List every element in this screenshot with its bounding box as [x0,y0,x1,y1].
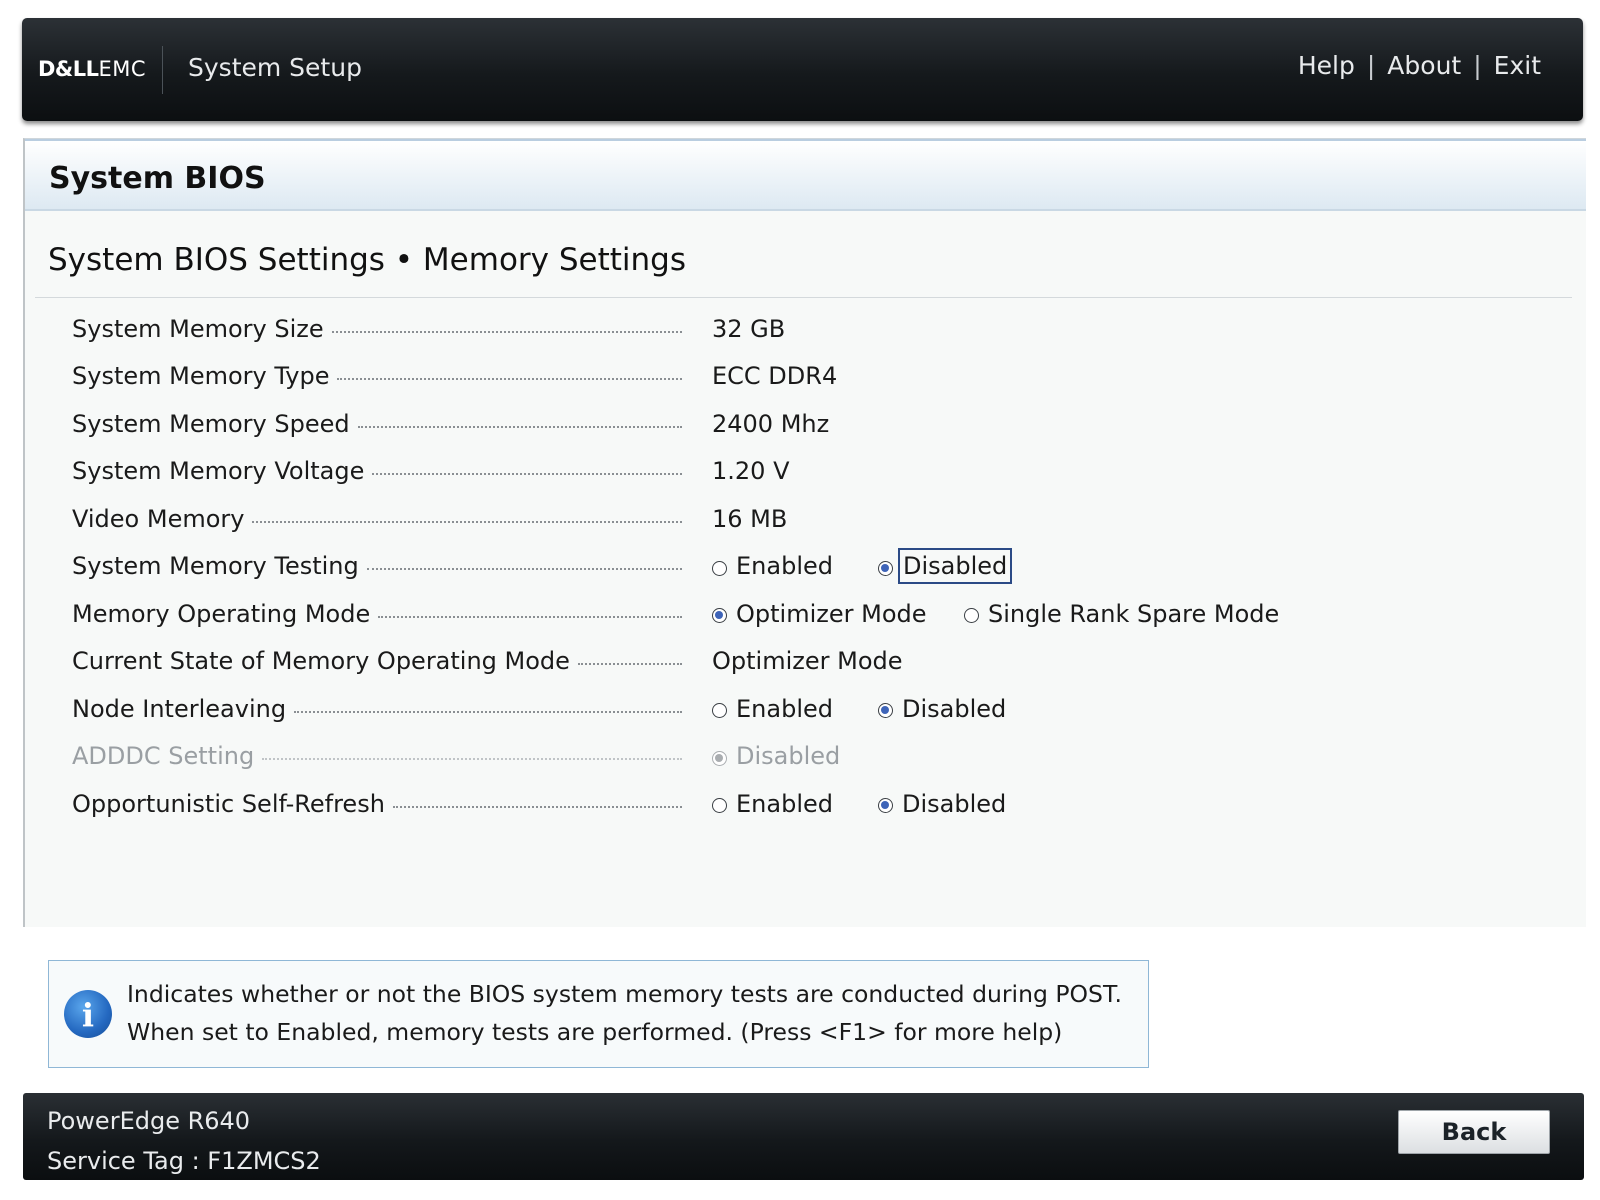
setting-value: 32 GB [712,314,786,343]
setting-row-memory-size: System Memory Size 32 GB [72,305,1572,353]
radio-button-icon[interactable] [964,608,979,624]
setting-row-memory-speed: System Memory Speed 2400 Mhz [72,400,1572,448]
system-info: PowerEdge R640 Service Tag : F1ZMCS2 [47,1101,321,1181]
radio-button-icon[interactable] [712,560,727,576]
link-separator: | [1366,51,1376,80]
radio-button-selected-icon[interactable] [712,608,727,624]
setting-row-current-memory-mode: Current State of Memory Operating Mode O… [72,638,1572,686]
header-divider [162,46,163,94]
info-icon: i [64,990,112,1038]
link-separator: | [1473,51,1482,80]
setting-value: 2400 Mhz [712,409,830,438]
setting-label: Node Interleaving [72,694,287,723]
setting-label: System Memory Voltage [72,457,365,486]
header-links: Help | About | Exit [1298,51,1541,80]
setting-value: 1.20 V [712,457,790,486]
setting-label: System Memory Testing [72,552,359,581]
radio-button-selected-icon[interactable] [878,560,893,576]
radio-node-interleaving-enabled[interactable]: Enabled [712,695,878,723]
radio-button-selected-icon[interactable] [878,703,893,719]
setting-row-memory-testing: System Memory Testing Enabled Disabled [72,543,1572,591]
help-line: When set to Enabled, memory tests are pe… [127,1018,1063,1046]
app-title: System Setup [188,53,362,82]
setting-value: Optimizer Mode [712,647,903,676]
back-button[interactable]: Back [1398,1110,1550,1154]
footer-bar: PowerEdge R640 Service Tag : F1ZMCS2 Bac… [23,1093,1584,1180]
leader-dots [262,758,682,761]
setting-row-adddc: ADDDC Setting Disabled [72,733,1572,781]
radio-button-selected-icon [712,750,727,766]
exit-link[interactable]: Exit [1494,51,1541,80]
leader-dots [366,568,682,571]
radio-button-icon[interactable] [712,798,727,814]
leader-dots [337,378,682,381]
help-line: Indicates whether or not the BIOS system… [127,980,1122,1008]
radio-memory-testing-enabled[interactable]: Enabled [712,552,878,580]
about-link[interactable]: About [1387,51,1461,80]
setting-label: Opportunistic Self-Refresh [72,789,385,818]
radio-adddc-disabled: Disabled [712,742,840,770]
header-bar: D&LLEMC System Setup Help | About | Exit [22,18,1583,121]
setting-row-video-memory: Video Memory 16 MB [72,495,1572,543]
radio-memory-testing-disabled[interactable]: Disabled [878,548,1013,585]
leader-dots [392,805,682,808]
leader-dots [357,425,682,428]
radio-optimizer-mode[interactable]: Optimizer Mode [712,600,964,628]
leader-dots [252,520,682,523]
radio-node-interleaving-disabled[interactable]: Disabled [878,695,1006,723]
setting-value: 16 MB [712,504,788,533]
leader-dots [331,330,682,333]
setting-label: System Memory Type [72,362,330,391]
setting-label: Memory Operating Mode [72,599,371,628]
setting-row-memory-voltage: System Memory Voltage 1.20 V [72,448,1572,496]
setting-label: System Memory Speed [72,409,350,438]
leader-dots [372,473,682,476]
help-box: i Indicates whether or not the BIOS syst… [48,960,1149,1068]
main-panel: System BIOS System BIOS Settings • Memor… [23,138,1586,927]
setting-value: ECC DDR4 [712,362,838,391]
panel-header: System BIOS [25,139,1586,211]
radio-button-icon[interactable] [712,703,727,719]
help-link[interactable]: Help [1298,51,1355,80]
leader-dots [378,615,682,618]
radio-self-refresh-enabled[interactable]: Enabled [712,790,878,818]
setting-row-self-refresh: Opportunistic Self-Refresh Enabled Disab… [72,780,1572,828]
breadcrumb: System BIOS Settings • Memory Settings [48,242,687,278]
leader-dots [577,663,682,666]
setting-row-memory-operating-mode: Memory Operating Mode Optimizer Mode Sin… [72,590,1572,638]
dellemc-logo: D&LLEMC [38,57,147,81]
setting-label: System Memory Size [72,314,324,343]
help-text: Indicates whether or not the BIOS system… [127,975,1122,1051]
page-title: System BIOS [49,161,266,196]
setting-label: ADDDC Setting [72,742,255,771]
radio-self-refresh-disabled[interactable]: Disabled [878,790,1006,818]
section-divider [35,297,1572,298]
leader-dots [294,710,682,713]
model-name: PowerEdge R640 [47,1107,251,1135]
settings-list: System Memory Size 32 GB System Memory T… [72,305,1572,828]
radio-button-selected-icon[interactable] [878,798,893,814]
setting-label: Video Memory [72,504,245,533]
service-tag: Service Tag : F1ZMCS2 [47,1147,321,1175]
setting-label: Current State of Memory Operating Mode [72,647,570,676]
radio-single-rank-spare-mode[interactable]: Single Rank Spare Mode [964,600,1279,628]
setting-row-memory-type: System Memory Type ECC DDR4 [72,353,1572,401]
setting-row-node-interleaving: Node Interleaving Enabled Disabled [72,685,1572,733]
